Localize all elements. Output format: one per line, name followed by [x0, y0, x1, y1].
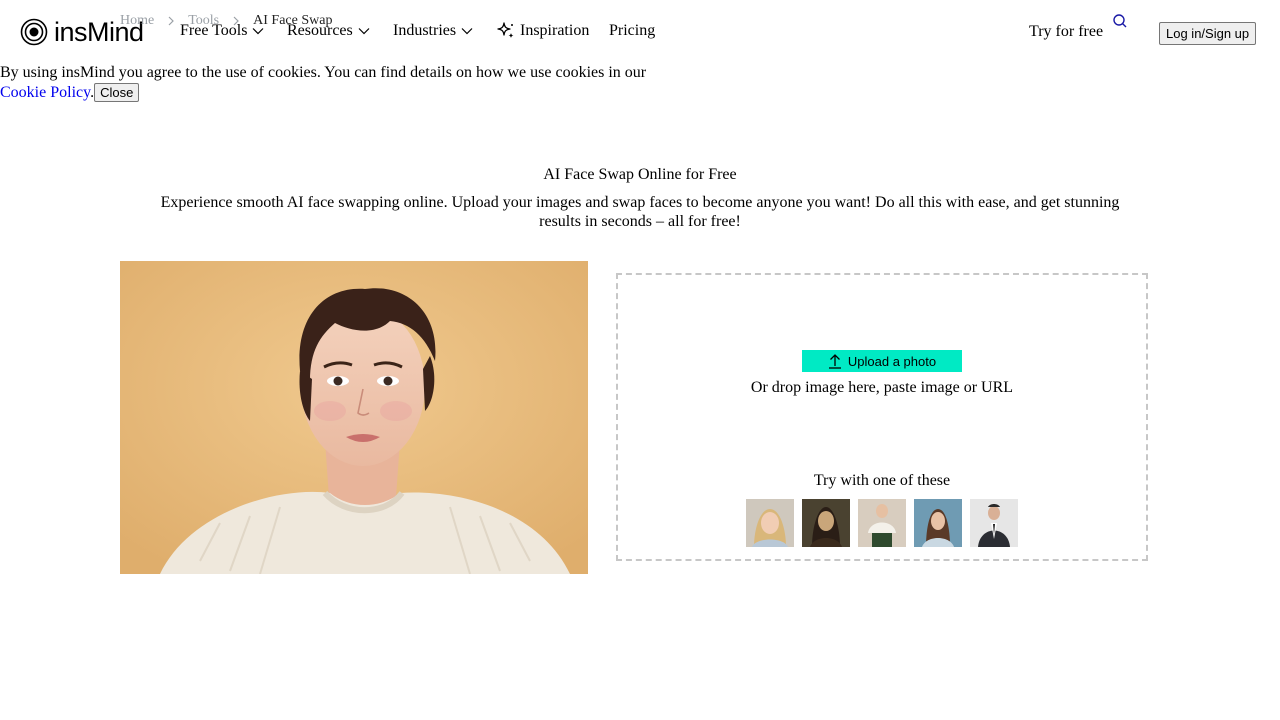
nav-industries[interactable]: Industries — [393, 21, 473, 41]
upload-photo-button[interactable]: Upload a photo — [802, 350, 962, 372]
nav-industries-label: Industries — [393, 22, 457, 39]
sample-image-4[interactable] — [914, 499, 962, 547]
chevron-down-icon — [253, 28, 264, 35]
sample-image-1[interactable] — [746, 499, 794, 547]
sample-image-2[interactable] — [802, 499, 850, 547]
sparkle-icon — [497, 22, 514, 38]
sample-image-3[interactable] — [858, 499, 906, 547]
nav-resources[interactable]: Resources — [287, 21, 370, 41]
chevron-right-icon — [168, 16, 175, 26]
nav-pricing-label: Pricing — [609, 22, 656, 39]
sample-image-5[interactable] — [970, 499, 1018, 547]
try-for-free-link[interactable]: Try for free — [1029, 23, 1103, 41]
search-icon[interactable] — [1112, 13, 1128, 29]
chevron-down-icon — [358, 28, 370, 35]
cookie-text: By using insMind you agree to the use of… — [0, 64, 647, 81]
nav-inspiration[interactable]: Inspiration — [496, 21, 589, 41]
page-description: Experience smooth AI face swapping onlin… — [160, 194, 1120, 230]
breadcrumb-home[interactable]: Home — [120, 13, 154, 29]
upload-icon — [828, 354, 841, 369]
nav-inspiration-label: Inspiration — [520, 22, 590, 39]
upload-photo-label: Upload a photo — [847, 353, 937, 369]
sample-images — [746, 499, 1018, 547]
cookie-close-button[interactable]: Close — [94, 82, 140, 102]
sample-images-label: Try with one of these — [813, 472, 951, 489]
nav-free-tools-label: Free Tools — [180, 22, 248, 39]
login-signup-button[interactable]: Log in/Sign up — [1159, 22, 1257, 45]
cookie-policy-link[interactable]: Cookie Policy — [0, 84, 90, 101]
nav-free-tools[interactable]: Free Tools — [180, 21, 264, 41]
insmind-logo-icon — [20, 18, 48, 46]
demo-portrait-image — [120, 261, 588, 574]
cookie-banner: By using insMind you agree to the use of… — [0, 64, 647, 102]
drop-hint-text: Or drop image here, paste image or URL — [750, 379, 1014, 396]
nav-resources-label: Resources — [287, 22, 353, 39]
chevron-down-icon — [461, 28, 473, 35]
page-title: AI Face Swap Online for Free — [543, 166, 737, 183]
nav-pricing[interactable]: Pricing — [609, 21, 655, 41]
